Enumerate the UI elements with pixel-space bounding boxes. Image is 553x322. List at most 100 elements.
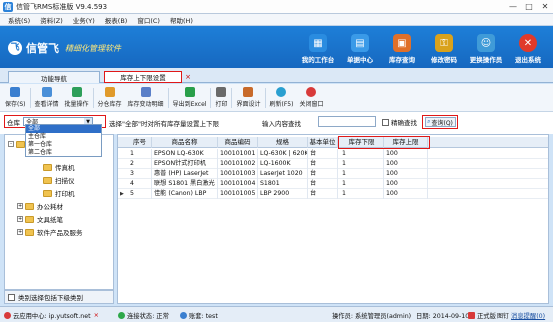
message-link[interactable]: 消息提醒(0)	[511, 311, 545, 320]
expand-icon[interactable]: +	[17, 229, 23, 235]
cell-unit: 台	[308, 189, 338, 199]
cell-upper-limit[interactable]: 100	[384, 149, 428, 159]
batch-operation-button[interactable]: 批量操作	[62, 85, 92, 111]
cell-lower-limit[interactable]: 1	[340, 189, 384, 199]
doc-icon: ▤	[351, 34, 369, 52]
tab-function-nav[interactable]: 功能导航	[8, 71, 100, 83]
exit-icon: ✕	[519, 34, 537, 52]
toolbar-divider	[29, 87, 31, 108]
message-status[interactable]: 图钉 消息提醒(0)	[497, 311, 545, 320]
table-row[interactable]: ▶ 5 佳能 (Canon) LBP 100101005 LBP 2900 台 …	[118, 189, 548, 199]
tree-item[interactable]: 打印机	[43, 188, 75, 198]
warehouse-stock-button[interactable]: 分仓库存	[95, 85, 125, 111]
print-button[interactable]: 打印	[212, 85, 230, 111]
stock-icon: ▣	[393, 34, 411, 52]
banner: 飞 信管飞 精细化管理软件 ▦ 我的工作台 ▤ 单据中心 ▣ 库存查询 ⚿ 修改…	[0, 26, 553, 68]
include-subcategory-checkbox[interactable]: 类别选择包括下级类别	[4, 290, 114, 304]
dropdown-option[interactable]: 全部	[26, 125, 101, 133]
cell-upper-limit[interactable]: 100	[384, 169, 428, 179]
cell-upper-limit[interactable]: 100	[384, 159, 428, 169]
checkbox-icon	[382, 118, 389, 126]
nav-stock-query[interactable]: ▣ 库存查询	[383, 29, 421, 65]
query-button[interactable]: ⌕ 查询(Q)	[424, 117, 456, 127]
cell-lower-limit[interactable]: 1	[340, 159, 384, 169]
table-header: 序号 商品名称 商品编码 规格 基本单位 库存下限 库存上限	[118, 137, 548, 148]
column-header[interactable]: 商品名称	[152, 137, 218, 148]
cell-lower-limit[interactable]: 1	[340, 149, 384, 159]
cell-name: 联想 S1801 黑白激光	[152, 179, 218, 189]
close-window-button[interactable]: 关闭窗口	[296, 85, 326, 111]
menu-window[interactable]: 窗口(C)	[137, 15, 160, 25]
column-header[interactable]: 商品编码	[218, 137, 258, 148]
column-header[interactable]: 序号	[128, 137, 152, 148]
cell-spec: LaserJet 1020	[258, 169, 308, 179]
nav-workbench[interactable]: ▦ 我的工作台	[299, 29, 337, 65]
close-button[interactable]: ✕	[537, 0, 553, 13]
dropdown-option[interactable]: 第一仓库	[26, 141, 101, 149]
tree-label: 文具纸笔	[37, 216, 63, 224]
tool-label: 刷新(F5)	[269, 101, 294, 108]
expand-icon[interactable]: +	[17, 203, 23, 209]
cell-lower-limit[interactable]: 1	[340, 169, 384, 179]
table-row[interactable]: 1 EPSON LQ-630K 100101001 LQ-630K | 620K…	[118, 149, 548, 159]
nav-switch-operator[interactable]: ☺ 更换操作员	[467, 29, 505, 65]
cloud-center-status[interactable]: 云应用中心: ip.yutsoft.net ×	[4, 311, 99, 320]
menu-help[interactable]: 帮助(H)	[170, 15, 193, 25]
nav-change-password[interactable]: ⚿ 修改密码	[425, 29, 463, 65]
tree-label: 扫描仪	[55, 177, 75, 185]
nav-exit[interactable]: ✕ 退出系统	[509, 29, 547, 65]
brand-name: 信管飞	[26, 42, 59, 55]
tab-close-icon[interactable]: ×	[185, 73, 191, 81]
table-row[interactable]: 2 EPSON针式打印机 100101002 LQ-1600K 台 1 100	[118, 159, 548, 169]
search-label: 输入内容查找	[262, 120, 301, 128]
search-input[interactable]	[318, 116, 376, 127]
connection-icon	[118, 312, 125, 319]
export-excel-button[interactable]: 导出到Excel	[170, 85, 210, 111]
menu-system[interactable]: 系统(S)	[8, 15, 30, 25]
close-icon[interactable]: ×	[94, 312, 99, 319]
tool-label: 分仓库存	[97, 101, 122, 108]
cell-lower-limit[interactable]: 1	[340, 179, 384, 189]
tree-item[interactable]: 扫描仪	[43, 175, 75, 185]
minimize-button[interactable]: —	[505, 0, 521, 13]
nav-doc-center[interactable]: ▤ 单据中心	[341, 29, 379, 65]
collapse-icon[interactable]: -	[8, 141, 14, 147]
expand-icon[interactable]: +	[17, 216, 23, 222]
tree-item[interactable]: + 软件产品及服务	[17, 227, 83, 237]
tree-item[interactable]: 传真机	[43, 162, 75, 172]
column-header[interactable]: 库存上限	[384, 137, 428, 148]
dropdown-option[interactable]: 主仓库	[26, 133, 101, 141]
column-header[interactable]: 基本单位	[308, 137, 338, 148]
folder-icon	[43, 189, 52, 197]
pin-icon[interactable]: 图钉	[497, 311, 509, 320]
table-row[interactable]: 3 惠普 (HP) LaserJet 100101003 LaserJet 10…	[118, 169, 548, 179]
toolbar-divider	[210, 87, 212, 108]
save-button[interactable]: 保存(S)	[2, 85, 29, 111]
dropdown-option[interactable]: 第二仓库	[26, 149, 101, 157]
cell-upper-limit[interactable]: 100	[384, 179, 428, 189]
ui-design-button[interactable]: 界面设计	[233, 85, 263, 111]
menu-business[interactable]: 业务(Y)	[73, 15, 95, 25]
banner-nav: ▦ 我的工作台 ▤ 单据中心 ▣ 库存查询 ⚿ 修改密码 ☺ 更换操作员 ✕ 退…	[299, 29, 547, 65]
stock-change-detail-button[interactable]: 库存变动明细	[125, 85, 167, 111]
column-header[interactable]: 库存下限	[340, 137, 384, 148]
tree-item[interactable]: + 文具纸笔	[17, 214, 63, 224]
print-icon	[216, 87, 227, 97]
refresh-button[interactable]: 刷新(F5)	[267, 85, 297, 111]
cell-index: 2	[128, 159, 152, 169]
column-header[interactable]: 规格	[258, 137, 308, 148]
warehouse-dropdown: 全部 主仓库 第一仓库 第二仓库	[25, 124, 102, 157]
query-label: 查询(Q)	[431, 119, 453, 127]
tree-item[interactable]: + 办公耗材	[17, 201, 63, 211]
table-row[interactable]: 4 联想 S1801 黑白激光 100101004 S1801 台 1 100	[118, 179, 548, 189]
tab-stock-limit-settings[interactable]: 库存上下限设置 ×	[104, 71, 191, 83]
cell-upper-limit[interactable]: 100	[384, 189, 428, 199]
view-details-button[interactable]: 查看详情	[32, 85, 62, 111]
menu-data[interactable]: 资料(Z)	[40, 15, 63, 25]
maximize-button[interactable]: □	[521, 0, 537, 13]
exact-search-checkbox[interactable]: 精确查找	[382, 117, 417, 127]
nav-label: 我的工作台	[301, 56, 335, 64]
menu-report[interactable]: 报表(B)	[105, 15, 128, 25]
close-window-icon	[306, 87, 317, 97]
toolbar-divider	[231, 87, 233, 108]
